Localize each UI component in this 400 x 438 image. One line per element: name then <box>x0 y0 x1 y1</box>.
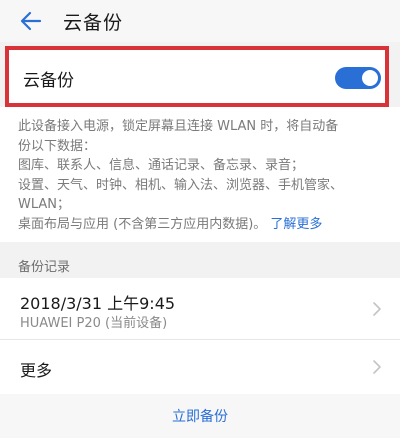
more-label: 更多 <box>20 361 53 380</box>
cloud-backup-switch[interactable] <box>335 67 381 89</box>
backup-records-header: 备份记录 <box>18 260 71 275</box>
app-bar: 云备份 <box>0 0 400 42</box>
record-device: HUAWEI P20 (当前设备) <box>20 316 168 331</box>
latest-backup-record[interactable]: 2018/3/31 上午9:45 HUAWEI P20 (当前设备) <box>0 278 400 340</box>
description-line: WLAN； <box>18 197 71 212</box>
description-line: 份以下数据： <box>18 138 97 154</box>
chevron-right-icon <box>373 302 381 316</box>
record-datetime: 2018/3/31 上午9:45 <box>20 294 176 313</box>
arrow-left-icon <box>20 11 42 31</box>
page-title: 云备份 <box>63 12 124 34</box>
more-records-row[interactable]: 更多 <box>0 340 400 394</box>
description-line: 此设备接入电源，锁定屏幕且连接 WLAN 时，将自动备 <box>18 119 339 134</box>
bottom-action-bar: 立即备份 <box>0 394 400 438</box>
backup-description: 此设备接入电源，锁定屏幕且连接 WLAN 时，将自动备 份以下数据： 图库、联系… <box>0 107 400 242</box>
cloud-backup-toggle-label: 云备份 <box>23 71 74 91</box>
switch-knob <box>362 70 378 86</box>
backup-now-button[interactable]: 立即备份 <box>0 406 400 426</box>
learn-more-link[interactable]: 了解更多 <box>270 217 322 232</box>
description-line: 桌面布局与应用 (不含第三方应用内数据)。 了解更多 <box>18 215 384 235</box>
back-button[interactable] <box>16 6 46 36</box>
description-line: 图库、联系人、信息、通话记录、备忘录、录音； <box>18 158 305 173</box>
description-text: 桌面布局与应用 (不含第三方应用内数据)。 <box>18 216 267 232</box>
chevron-right-icon <box>373 360 381 374</box>
description-line: 设置、天气、时钟、相机、输入法、浏览器、手机管家、 <box>18 177 344 193</box>
cloud-backup-toggle-row: 云备份 <box>5 46 389 107</box>
